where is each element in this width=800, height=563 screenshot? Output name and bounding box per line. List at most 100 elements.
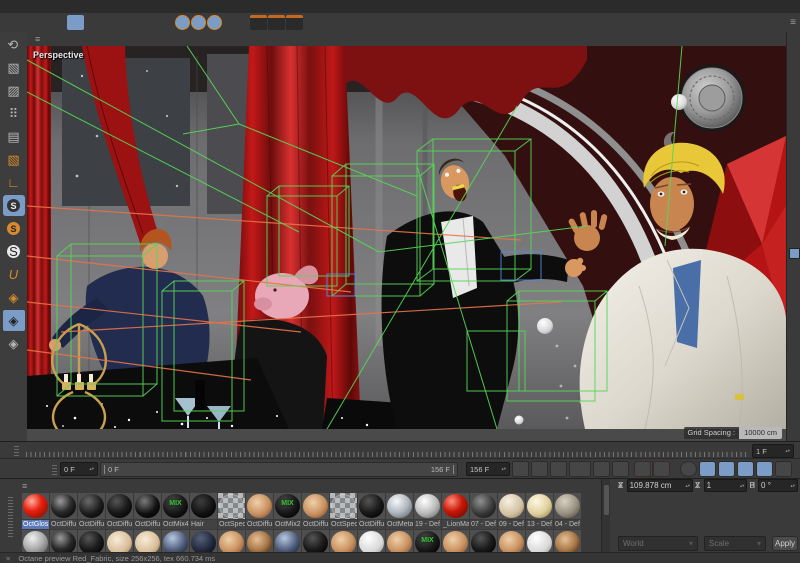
snap-icon[interactable]: U xyxy=(3,264,25,285)
spinner-arrows[interactable]: ▴▾ xyxy=(788,484,795,488)
material-item[interactable] xyxy=(498,530,525,554)
points-mode-icon[interactable]: ⠿ xyxy=(3,103,25,124)
material-item[interactable]: OctDiffu xyxy=(106,493,133,529)
ruler-drag-handle[interactable] xyxy=(14,445,19,456)
preview-range-slider[interactable]: 0 F 156 F xyxy=(100,462,458,477)
key-parameter-toggle[interactable] xyxy=(756,461,773,477)
keyframe-record-button[interactable] xyxy=(680,461,697,477)
material-item[interactable]: OctDiffu xyxy=(246,493,273,529)
material-item[interactable] xyxy=(162,530,189,554)
undo-icon[interactable] xyxy=(4,15,21,30)
material-item[interactable] xyxy=(470,530,497,554)
solo-single-icon[interactable]: S xyxy=(3,241,25,262)
material-item[interactable]: OctDiffu xyxy=(78,493,105,529)
coordinate-system-dropdown[interactable]: World▾ xyxy=(618,536,698,551)
simulate-icon[interactable] xyxy=(376,15,393,30)
live-selection-icon[interactable] xyxy=(49,15,66,30)
powerslider-drag-handle[interactable] xyxy=(52,464,57,475)
material-item[interactable] xyxy=(442,530,469,554)
material-item[interactable] xyxy=(106,530,133,554)
material-item[interactable] xyxy=(386,530,413,554)
material-item[interactable]: OctDiffu xyxy=(134,493,161,529)
coord-system-icon[interactable] xyxy=(223,15,240,30)
record-objects-button[interactable] xyxy=(634,461,651,477)
redo-icon[interactable] xyxy=(22,15,39,30)
key-position-toggle[interactable] xyxy=(699,461,716,477)
material-item[interactable]: 09 - Def xyxy=(498,493,525,529)
field-icon[interactable] xyxy=(430,15,447,30)
camera-icon[interactable] xyxy=(475,15,492,30)
autokey-button[interactable] xyxy=(653,461,670,477)
edges-mode-icon[interactable]: ▤ xyxy=(3,126,25,147)
rotation-field[interactable]: 0 °▴▾ xyxy=(758,479,798,492)
next-key-button[interactable] xyxy=(612,461,629,477)
material-item[interactable] xyxy=(50,530,77,554)
render-view-icon[interactable] xyxy=(250,15,267,30)
material-item[interactable] xyxy=(218,530,245,554)
material-item[interactable]: Hair xyxy=(190,493,217,529)
material-item[interactable]: OctSpec xyxy=(218,493,245,529)
render-settings-icon[interactable] xyxy=(286,15,303,30)
object-axis-icon[interactable]: ∟ xyxy=(3,172,25,193)
material-item[interactable]: 13 - Def xyxy=(526,493,553,529)
size-mode-dropdown[interactable]: Scale▾ xyxy=(704,536,766,551)
end-frame-spinner[interactable]: 156 F▴▾ xyxy=(466,462,510,476)
scale-tool-icon[interactable] xyxy=(85,15,102,30)
toolbar-overflow-icon[interactable]: ≡ xyxy=(790,17,796,28)
make-editable-icon[interactable]: ⟲ xyxy=(3,34,25,55)
material-item[interactable]: MIX xyxy=(414,530,441,554)
current-frame-spinner[interactable]: 0 F▴▾ xyxy=(60,462,98,476)
material-item[interactable]: 04 - Def xyxy=(554,493,581,529)
move-tool-icon[interactable] xyxy=(67,15,84,30)
spinner-arrows[interactable]: ▴▾ xyxy=(781,449,790,453)
material-item[interactable]: OctGlos xyxy=(22,493,49,529)
material-item[interactable] xyxy=(302,530,329,554)
tweak-stack-icon[interactable] xyxy=(121,15,138,30)
workplane-icon[interactable]: ◈ xyxy=(3,310,25,331)
material-item[interactable] xyxy=(358,530,385,554)
material-drag-handle[interactable] xyxy=(8,497,13,537)
key-pla-toggle[interactable] xyxy=(775,461,792,477)
dock-swatch[interactable] xyxy=(789,248,800,259)
deformer-icon[interactable] xyxy=(412,15,429,30)
lock-z-icon[interactable] xyxy=(207,15,222,30)
quantize-icon[interactable]: ◈ xyxy=(3,287,25,308)
mograph-icon[interactable] xyxy=(394,15,411,30)
position-field[interactable]: 109.878 cm▴▾ xyxy=(627,479,693,492)
material-item[interactable] xyxy=(78,530,105,554)
primitive-cube-icon[interactable] xyxy=(313,15,330,30)
spinner-arrows[interactable]: ▴▾ xyxy=(497,467,506,471)
render-picture-viewer-icon[interactable] xyxy=(268,15,285,30)
material-item[interactable] xyxy=(274,530,301,554)
timeline-ruler[interactable]: 1 F▴▾ xyxy=(0,441,800,459)
material-item[interactable]: MIX OctMix4 xyxy=(162,493,189,529)
material-item[interactable]: OctMeta xyxy=(386,493,413,529)
texture-mode-icon[interactable]: ▨ xyxy=(3,80,25,101)
goto-start-button[interactable] xyxy=(512,461,529,477)
lock-y-icon[interactable] xyxy=(191,15,206,30)
material-item[interactable] xyxy=(134,530,161,554)
material-menu-icon[interactable]: ≡ xyxy=(22,481,27,491)
material-item[interactable]: OctDiffu xyxy=(50,493,77,529)
material-item[interactable]: 19 - Def xyxy=(414,493,441,529)
apply-button[interactable]: Apply xyxy=(772,536,798,551)
pen-spline-icon[interactable] xyxy=(331,15,348,30)
frame-step-spinner[interactable]: 1 F▴▾ xyxy=(752,444,794,458)
material-item[interactable] xyxy=(190,530,217,554)
axis-cross-icon[interactable] xyxy=(148,15,165,30)
key-rotation-toggle[interactable] xyxy=(737,461,754,477)
material-item[interactable] xyxy=(22,530,49,554)
material-item[interactable]: 07 - Def xyxy=(470,493,497,529)
spinner-arrows[interactable]: ▴▾ xyxy=(738,484,745,488)
material-item[interactable]: _LionMa xyxy=(442,493,469,529)
viewport-canvas[interactable]: Perspective xyxy=(27,46,786,441)
solo-hierarchy-icon[interactable]: S xyxy=(3,218,25,239)
light-icon[interactable] xyxy=(493,15,510,30)
play-button[interactable] xyxy=(569,461,591,477)
material-item[interactable]: MIX OctMix2 xyxy=(274,493,301,529)
prev-key-button[interactable] xyxy=(531,461,548,477)
polygons-mode-icon[interactable]: ▧ xyxy=(3,149,25,170)
rotate-tool-icon[interactable] xyxy=(103,15,120,30)
material-item[interactable] xyxy=(526,530,553,554)
material-item[interactable] xyxy=(554,530,581,554)
